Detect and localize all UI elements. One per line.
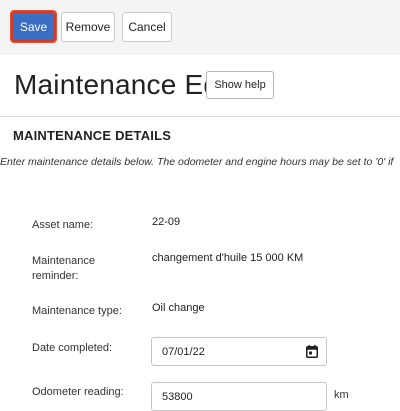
maintenance-type-label: Maintenance type: [32,305,122,317]
odometer-reading-label: Odometer reading: [32,386,124,398]
odometer-unit: km [334,389,349,401]
odometer-input[interactable]: 53800 [151,382,327,411]
remove-button[interactable]: Remove [61,12,115,42]
asset-name-label: Asset name: [32,219,94,231]
divider [0,116,400,117]
section-title: MAINTENANCE DETAILS [13,128,172,143]
cancel-button[interactable]: Cancel [122,12,172,42]
show-help-button[interactable]: Show help [206,71,274,99]
maintenance-reminder-label-line2: reminder: [32,270,79,282]
save-button[interactable]: Save [10,10,57,43]
odometer-value: 53800 [162,391,193,403]
asset-name-value: 22-09 [152,216,181,228]
date-completed-field[interactable]: 07/01/22 [151,337,327,366]
maintenance-reminder-label: Maintenance reminder: [32,254,95,284]
section-description: Enter maintenance details below. The odo… [0,156,394,168]
maintenance-reminder-label-line1: Maintenance [32,255,95,267]
date-completed-value: 07/01/22 [162,346,205,358]
toolbar: Save Remove Cancel [0,0,400,55]
maintenance-type-value: Oil change [152,302,205,314]
page-title: Maintenance Edit [14,69,234,100]
calendar-icon[interactable] [306,345,318,358]
date-completed-label: Date completed: [32,342,113,354]
maintenance-reminder-value: changement d'huile 15 000 KM [152,252,304,264]
